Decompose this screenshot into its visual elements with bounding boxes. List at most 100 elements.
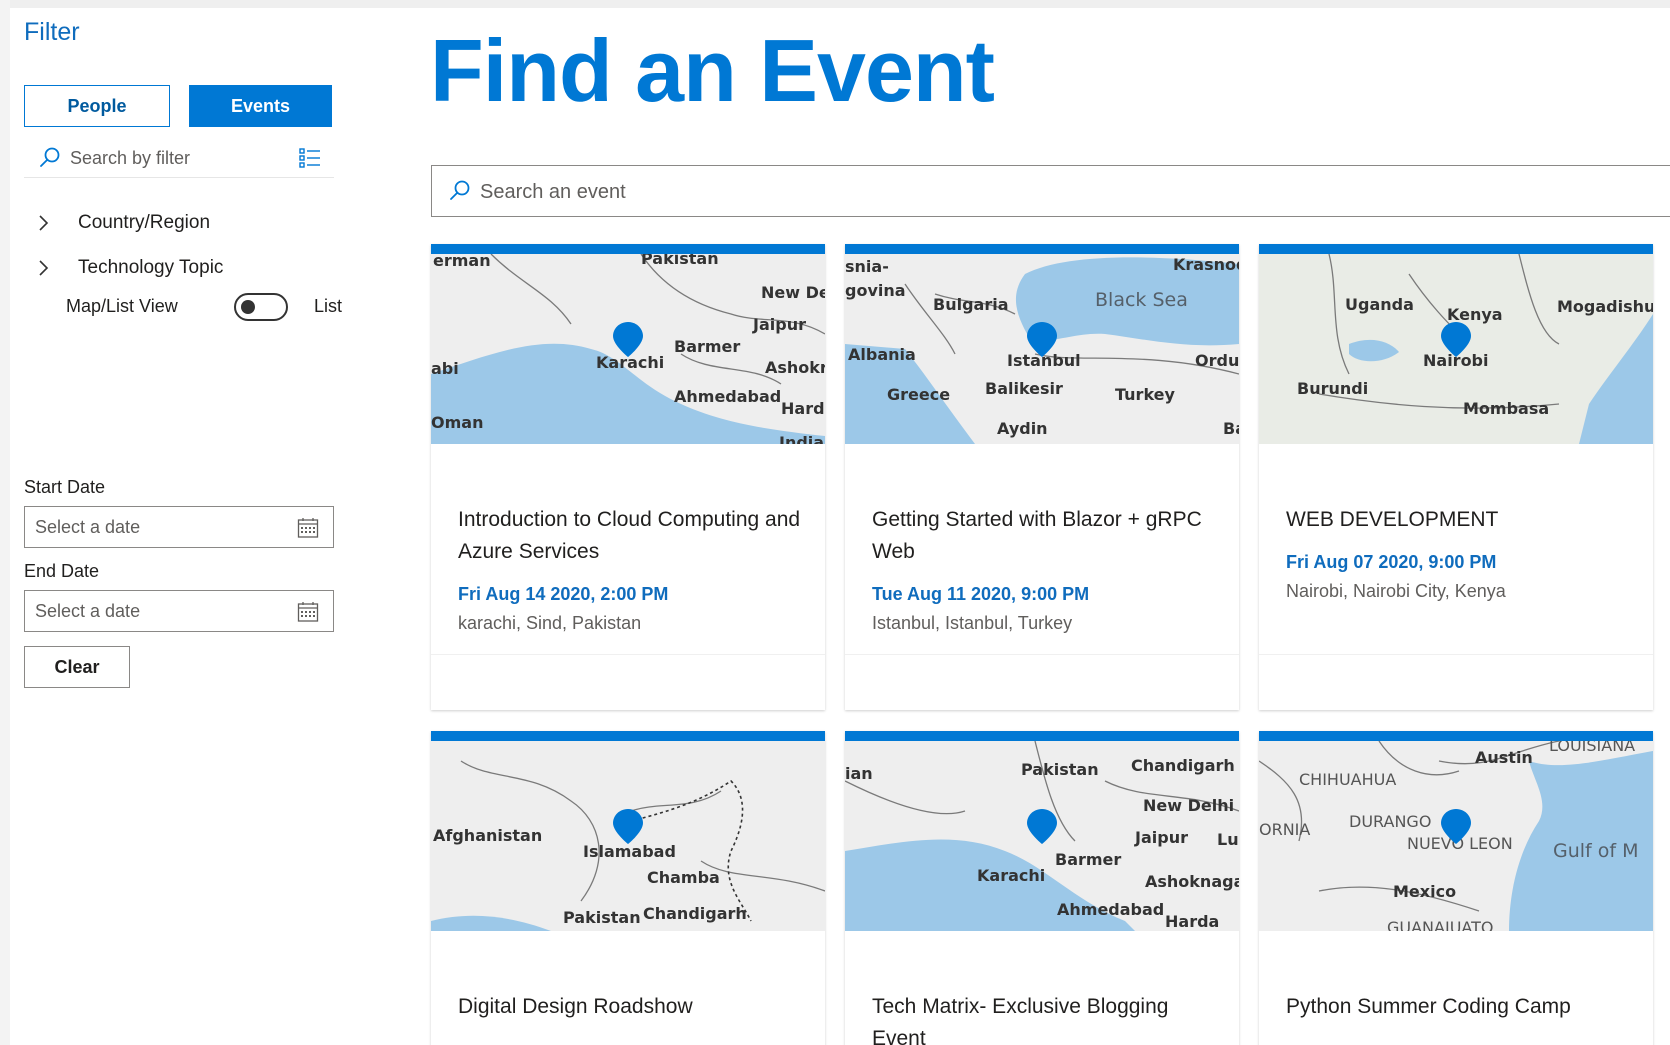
- map-label: Jaipur: [1134, 828, 1188, 847]
- map-label: Kenya: [1447, 305, 1503, 324]
- map-label: govina: [845, 281, 906, 300]
- map-label: Albania: [848, 345, 916, 364]
- top-strip: [0, 0, 1670, 8]
- map-label: Barmer: [1055, 850, 1121, 869]
- event-card[interactable]: Uganda Kenya Mogadishu Nairobi Burundi M…: [1259, 244, 1653, 710]
- filter-search-input[interactable]: [70, 144, 290, 172]
- event-location: Istanbul, Istanbul, Turkey: [872, 613, 1073, 633]
- event-title[interactable]: WEB DEVELOPMENT: [1286, 504, 1631, 536]
- map-label: Barmer: [674, 337, 740, 356]
- map-label: Pakistan: [563, 908, 641, 927]
- card-footer-divider: [845, 654, 1239, 655]
- map-label: Ashokr: [765, 358, 825, 377]
- map-label: Bulgaria: [933, 295, 1009, 314]
- map-label: Mexico: [1393, 882, 1456, 901]
- map-label: Gulf of M: [1553, 840, 1639, 862]
- map-label: ian: [845, 764, 873, 783]
- event-card[interactable]: snia- govina Bulgaria Black Sea Krasnod …: [845, 244, 1239, 710]
- map-label: Hard: [781, 399, 825, 418]
- event-card[interactable]: Austin LOUISIANA CHIHUAHUA DURANGO ORNIA…: [1259, 731, 1653, 1045]
- map-label: DURANGO: [1349, 812, 1431, 831]
- search-icon: [450, 180, 470, 200]
- map-label: Black Sea: [1095, 289, 1188, 311]
- event-map: Uganda Kenya Mogadishu Nairobi Burundi M…: [1259, 254, 1653, 444]
- list-label: List: [314, 296, 343, 316]
- filter-title: Filter: [24, 18, 80, 46]
- end-date-input[interactable]: [35, 599, 275, 623]
- map-label: Oman: [431, 413, 483, 432]
- search-icon: [40, 147, 60, 167]
- card-accent-bar: [431, 244, 825, 254]
- event-date: Fri Aug 14 2020, 2:00 PM: [458, 584, 669, 604]
- card-accent-bar: [431, 731, 825, 741]
- events-button[interactable]: Events: [189, 85, 332, 127]
- card-accent-bar: [1259, 731, 1653, 741]
- start-date-field[interactable]: [24, 506, 334, 548]
- tree-item-label: Technology Topic: [78, 257, 224, 278]
- map-label: Islamabad: [583, 842, 676, 861]
- map-list-view-label: Map/List View: [66, 296, 178, 316]
- map-label: Pakistan: [1021, 760, 1099, 779]
- event-title[interactable]: Digital Design Roadshow: [458, 991, 803, 1023]
- map-label: Chandigarh: [643, 904, 747, 923]
- event-date: Fri Aug 07 2020, 9:00 PM: [1286, 552, 1497, 572]
- event-search-box: [431, 165, 1670, 217]
- event-title[interactable]: Python Summer Coding Camp: [1286, 991, 1631, 1023]
- map-label: Ashoknaga: [1145, 872, 1239, 891]
- map-label: Chandigarh: [1131, 756, 1235, 775]
- tree-item-label: Country/Region: [78, 212, 211, 233]
- card-accent-bar: [845, 731, 1239, 741]
- map-label: Pakistan: [641, 254, 719, 268]
- event-map: erman Pakistan New De Jaipur Barmer Kara…: [431, 254, 825, 444]
- event-card[interactable]: Afghanistan Islamabad Chamba Pakistan Ch…: [431, 731, 825, 1045]
- map-label: Karachi: [596, 353, 664, 372]
- map-label: Harda: [1165, 912, 1219, 931]
- map-label: India: [779, 433, 824, 444]
- calendar-icon[interactable]: [297, 601, 319, 623]
- map-label: erman: [433, 254, 491, 270]
- map-label: Karachi: [977, 866, 1045, 885]
- event-location: karachi, Sind, Pakistan: [458, 613, 642, 633]
- map-label: GUANAJUATO: [1387, 918, 1493, 931]
- map-label: Ahmedabad: [674, 387, 781, 406]
- map-label: Burundi: [1297, 379, 1368, 398]
- event-title[interactable]: Introduction to Cloud Computing and Azur…: [458, 504, 803, 568]
- card-accent-bar: [845, 244, 1239, 254]
- event-title[interactable]: Getting Started with Blazor + gRPC Web: [872, 504, 1217, 568]
- clear-button[interactable]: Clear: [24, 646, 130, 688]
- map-label: abi: [431, 359, 459, 378]
- start-date-input[interactable]: [35, 515, 275, 539]
- map-label: Mogadishu: [1557, 297, 1653, 316]
- left-edge: [0, 0, 10, 1045]
- map-label: CHIHUAHUA: [1299, 770, 1396, 789]
- map-label: Aydin: [997, 419, 1048, 438]
- event-search-input[interactable]: [480, 178, 1380, 206]
- map-list-view-row: Map/List View List: [66, 291, 342, 321]
- map-label: Ordu: [1195, 351, 1239, 370]
- event-location: Nairobi, Nairobi City, Kenya: [1286, 581, 1506, 601]
- map-label: ORNIA: [1259, 820, 1310, 839]
- map-label: Jaipur: [752, 315, 806, 334]
- start-date-label: Start Date: [24, 477, 106, 497]
- map-label: Mombasa: [1463, 399, 1549, 418]
- map-label: New De: [761, 283, 825, 302]
- calendar-icon[interactable]: [297, 517, 319, 539]
- event-title[interactable]: Tech Matrix- Exclusive Blogging Event: [872, 991, 1217, 1045]
- people-button[interactable]: People: [24, 85, 170, 127]
- filter-search-box: [24, 138, 334, 178]
- event-card[interactable]: erman Pakistan New De Jaipur Barmer Kara…: [431, 244, 825, 710]
- map-label: Afghanistan: [433, 826, 542, 845]
- list-view-icon[interactable]: [299, 147, 321, 169]
- event-map: Afghanistan Islamabad Chamba Pakistan Ch…: [431, 741, 825, 931]
- map-label: Turkey: [1115, 385, 1176, 404]
- toggle-knob: [241, 300, 255, 314]
- chevron-right-icon: [39, 260, 49, 276]
- map-label: Krasnod: [1173, 255, 1239, 274]
- map-label: Balikesir: [985, 379, 1063, 398]
- end-date-field[interactable]: [24, 590, 334, 632]
- event-card[interactable]: Pakistan Chandigarh ian New Delhi Jaipur…: [845, 731, 1239, 1045]
- map-label: Greece: [887, 385, 950, 404]
- map-list-toggle[interactable]: [234, 293, 288, 321]
- chevron-right-icon: [39, 215, 49, 231]
- map-label: LOUISIANA: [1549, 741, 1635, 755]
